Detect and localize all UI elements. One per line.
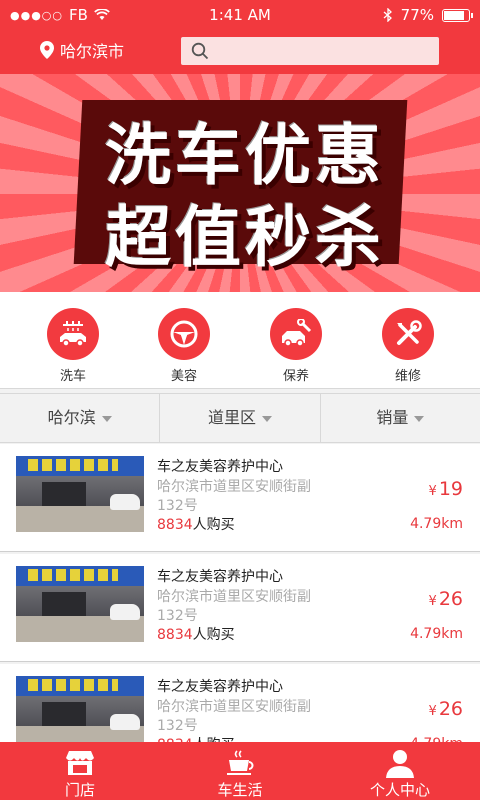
- category-maintenance[interactable]: 保养: [261, 308, 331, 384]
- shop-photo: [16, 456, 144, 532]
- category-label: 美容: [170, 369, 197, 384]
- coffee-cup-icon: [227, 750, 254, 775]
- filter-city[interactable]: 哈尔滨: [0, 394, 161, 442]
- steering-wheel-icon: [158, 308, 210, 360]
- price-value: 26: [438, 698, 463, 720]
- currency-symbol: ¥: [428, 484, 437, 499]
- battery-icon: [442, 8, 473, 22]
- filter-label: 销量: [376, 408, 409, 427]
- store-icon: [66, 751, 94, 775]
- battery-percent: 77%: [400, 6, 434, 24]
- sold-suffix: 人购买: [192, 627, 235, 643]
- category-label: 维修: [394, 369, 421, 384]
- maintenance-icon: [270, 308, 322, 360]
- city-name: 哈尔滨市: [60, 42, 125, 61]
- shop-address: 哈尔滨市道里区安顺街副132号: [157, 589, 311, 624]
- category-label: 洗车: [59, 369, 86, 384]
- filter-bar: 哈尔滨 道里区 销量: [0, 393, 480, 443]
- shop-photo: [16, 676, 144, 752]
- filter-label: 哈尔滨: [47, 408, 96, 427]
- shop-address: 哈尔滨市道里区安顺街副132号: [157, 699, 311, 734]
- filter-sort[interactable]: 销量: [321, 394, 480, 442]
- shop-list: 车之友美容养护中心 哈尔滨市道里区安顺街副132号 8834人购买 ¥19 4.…: [0, 444, 480, 774]
- sold-count: 8834人购买: [157, 514, 235, 534]
- currency-symbol: ¥: [428, 704, 437, 719]
- filter-label: 道里区: [207, 408, 256, 427]
- user-icon: [386, 750, 414, 778]
- caret-down-icon: [414, 415, 425, 422]
- tab-car-life[interactable]: 车生活: [160, 742, 320, 800]
- category-label: 保养: [282, 369, 309, 384]
- caret-down-icon: [262, 415, 272, 422]
- price-value: 26: [438, 588, 463, 610]
- search-input[interactable]: [181, 37, 439, 65]
- price-value: 19: [438, 478, 463, 500]
- shop-name: 车之友美容养护中心: [157, 679, 283, 695]
- sold-number: 8834: [157, 517, 193, 533]
- sold-count: 8834人购买: [157, 624, 235, 644]
- shop-price: ¥26: [429, 588, 463, 610]
- tab-label: 门店: [64, 781, 95, 799]
- filter-district[interactable]: 道里区: [160, 394, 321, 442]
- bottom-tab-bar: 门店 车生活 个人中心: [0, 742, 480, 800]
- search-icon: [191, 42, 209, 60]
- tab-label: 个人中心: [369, 781, 430, 799]
- currency-symbol: ¥: [428, 594, 437, 609]
- caret-down-icon: [101, 415, 112, 422]
- shop-name: 车之友美容养护中心: [157, 569, 283, 585]
- tab-store[interactable]: 门店: [0, 742, 160, 800]
- tab-profile[interactable]: 个人中心: [320, 742, 480, 800]
- shop-list-item[interactable]: 车之友美容养护中心 哈尔滨市道里区安顺街副132号 8834人购买 ¥26 4.…: [0, 554, 480, 662]
- shop-photo: [16, 566, 144, 642]
- tab-label: 车生活: [217, 781, 263, 799]
- shop-address: 哈尔滨市道里区安顺街副132号: [157, 479, 311, 514]
- shop-distance: 4.79km: [410, 626, 463, 642]
- category-grid: 洗车 美容 保养 维修: [0, 292, 480, 389]
- category-beauty[interactable]: 美容: [149, 308, 219, 384]
- shop-price: ¥26: [429, 698, 463, 720]
- shop-list-item[interactable]: 车之友美容养护中心 哈尔滨市道里区安顺街副132号 8834人购买 ¥19 4.…: [0, 444, 480, 552]
- category-car-wash[interactable]: 洗车: [38, 308, 108, 384]
- location-pin-icon: [40, 41, 54, 59]
- sold-suffix: 人购买: [192, 517, 235, 533]
- bluetooth-icon: [383, 8, 392, 22]
- sold-number: 8834: [157, 627, 193, 643]
- status-bar: ●●●○○ FB 1:41 AM 77%: [0, 0, 480, 28]
- car-wash-icon: [47, 308, 99, 360]
- shop-name: 车之友美容养护中心: [157, 459, 283, 475]
- repair-tools-icon: [382, 308, 434, 360]
- city-selector[interactable]: 哈尔滨市: [40, 38, 124, 62]
- category-repair[interactable]: 维修: [373, 308, 443, 384]
- shop-price: ¥19: [429, 478, 463, 500]
- banner-headline-2: 超值秒杀: [105, 199, 385, 276]
- promo-banner[interactable]: 洗车优惠 超值秒杀: [0, 74, 480, 292]
- top-header: 哈尔滨市: [0, 28, 480, 74]
- shop-distance: 4.79km: [410, 516, 463, 532]
